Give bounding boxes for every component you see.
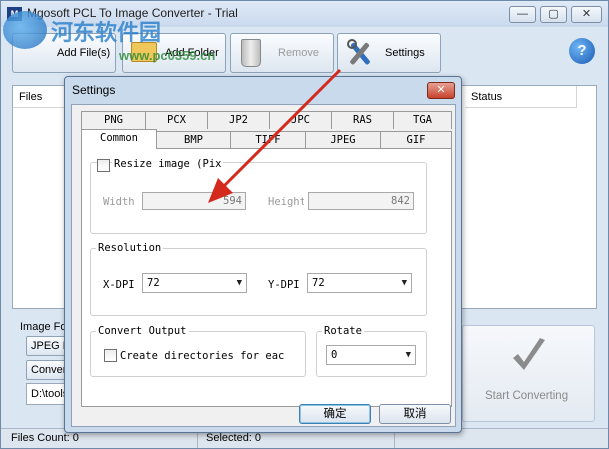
x-dpi-label: X-DPI xyxy=(103,279,135,291)
chevron-down-icon: ▼ xyxy=(401,278,407,288)
cancel-button[interactable]: 取消 xyxy=(379,404,451,424)
y-dpi-label: Y-DPI xyxy=(268,279,300,291)
annotation-arrow-icon xyxy=(208,68,342,203)
watermark-logo-icon xyxy=(3,11,47,49)
checkmark-icon xyxy=(513,338,545,370)
maximize-button[interactable]: ▢ xyxy=(540,6,567,23)
x-dpi-value: 72 xyxy=(147,277,160,289)
create-directories-checkbox[interactable] xyxy=(104,349,117,362)
tab-common[interactable]: Common xyxy=(81,129,157,149)
minimize-button[interactable]: — xyxy=(509,6,536,23)
remove-label: Remove xyxy=(278,47,319,59)
x-dpi-select[interactable]: 72 ▼ xyxy=(142,273,247,293)
resize-image-checkbox[interactable] xyxy=(97,159,110,172)
rotate-select[interactable]: 0 ▼ xyxy=(326,345,416,365)
selected-count: Selected: 0 xyxy=(206,432,262,444)
tab-tga[interactable]: TGA xyxy=(393,111,452,129)
ok-button[interactable]: 确定 xyxy=(299,404,371,424)
start-converting-label: Start Converting xyxy=(485,390,569,402)
y-dpi-value: 72 xyxy=(312,277,325,289)
tools-icon xyxy=(347,39,370,65)
rotate-label: Rotate xyxy=(322,325,364,337)
add-files-label: Add File(s) xyxy=(57,47,111,59)
arrow-shaft xyxy=(218,68,342,192)
chevron-down-icon: ▼ xyxy=(405,350,411,360)
start-converting-button[interactable]: Start Converting xyxy=(462,325,595,422)
width-label: Width xyxy=(103,196,135,208)
watermark-text: 河东软件园 xyxy=(51,21,162,46)
y-dpi-select[interactable]: 72 ▼ xyxy=(307,273,412,293)
convert-output-label: Convert Output xyxy=(96,325,189,337)
column-header-status[interactable]: Status xyxy=(465,86,577,108)
help-button[interactable]: ? xyxy=(569,38,595,64)
dialog-title: Settings xyxy=(72,83,116,97)
settings-button[interactable]: Settings xyxy=(337,33,441,73)
tab-gif[interactable]: GIF xyxy=(380,131,452,149)
settings-label: Settings xyxy=(385,47,425,59)
rotate-value: 0 xyxy=(331,349,338,361)
files-count: Files Count: 0 xyxy=(11,432,79,444)
dialog-close-button[interactable]: ✕ xyxy=(427,82,455,99)
image-format-label: Image Fo xyxy=(20,321,67,333)
resolution-label: Resolution xyxy=(96,242,164,254)
create-directories-label: Create directories for eac xyxy=(120,350,285,362)
tab-png[interactable]: PNG xyxy=(81,111,146,129)
chevron-down-icon: ▼ xyxy=(236,278,242,288)
close-button[interactable]: ✕ xyxy=(571,6,602,23)
